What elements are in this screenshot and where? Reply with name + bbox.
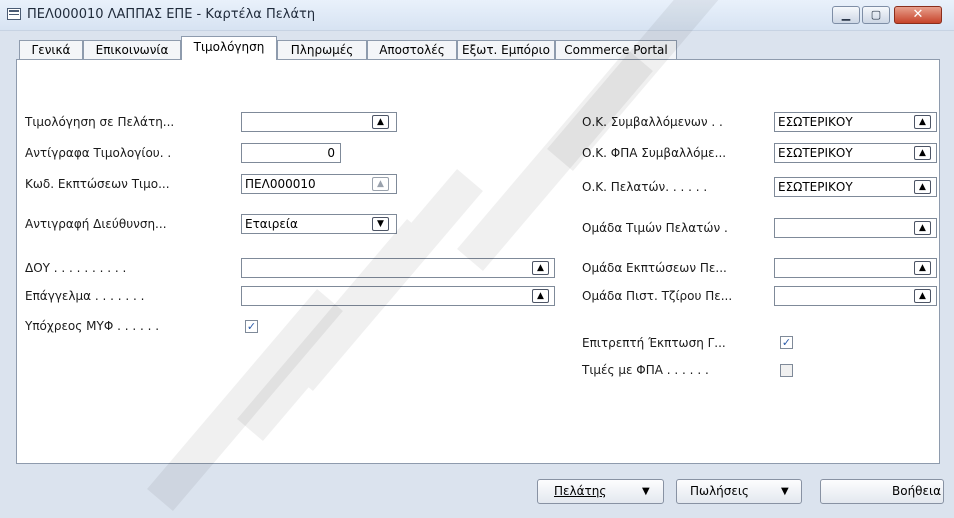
chevron-down-icon: ▼ — [781, 486, 789, 497]
contract-group-label: Ο.Κ. Συμβαλλόμενων . . — [582, 115, 723, 129]
maximize-icon: ▢ — [870, 8, 882, 21]
invoice-to-label: Τιμολόγηση σε Πελάτη... — [25, 115, 175, 129]
allow-discount-checkbox[interactable]: ✓ — [780, 336, 793, 349]
help-button[interactable]: Βοήθεια — [820, 479, 944, 504]
close-icon: ✕ — [912, 7, 924, 22]
lookup-icon[interactable]: ▲ — [372, 115, 389, 129]
myf-checkbox[interactable]: ✓ — [245, 320, 258, 333]
minimize-button[interactable]: ▁ — [832, 6, 860, 24]
vat-group-label: Ο.Κ. ΦΠΑ Συμβαλλόμε... — [582, 146, 727, 160]
lookup-icon[interactable]: ▲ — [914, 180, 931, 194]
prices-vat-label: Τιμές με ΦΠΑ . . . . . . — [582, 363, 709, 377]
lookup-icon[interactable]: ▲ — [914, 261, 931, 275]
profession-label: Επάγγελμα . . . . . . . — [25, 289, 145, 303]
tab-payments[interactable]: Πληρωμές — [277, 40, 367, 60]
prices-vat-checkbox[interactable] — [780, 364, 793, 377]
title-bar: ΠΕΛ000010 ΛΑΠΠΑΣ ΕΠΕ - Καρτέλα Πελάτη ▁ … — [0, 0, 954, 31]
chevron-down-icon[interactable]: ▼ — [372, 217, 389, 231]
customer-menu-button[interactable]: Πελάτης ▼ — [537, 479, 664, 504]
discount-code-label: Κωδ. Εκπτώσεων Τιμο... — [25, 177, 170, 191]
window-title: ΠΕΛ000010 ΛΑΠΠΑΣ ΕΠΕ - Καρτέλα Πελάτη — [27, 7, 316, 22]
invoice-copies-field[interactable]: 0 — [241, 143, 341, 163]
tab-shipping[interactable]: Αποστολές — [367, 40, 457, 60]
discount-group-label: Ομάδα Εκπτώσεων Πε... — [582, 261, 727, 275]
customer-menu-label: Πελάτης — [554, 484, 607, 498]
discount-group-field[interactable] — [774, 258, 937, 278]
myf-label: Υπόχρεος ΜΥΦ . . . . . . — [25, 319, 160, 333]
tab-commerce-portal[interactable]: Commerce Portal — [555, 40, 677, 60]
tab-foreign-trade[interactable]: Εξωτ. Εμπόριο — [457, 40, 555, 60]
sales-menu-label: Πωλήσεις — [690, 484, 749, 498]
chevron-down-icon: ▼ — [642, 486, 650, 497]
close-button[interactable]: ✕ — [894, 6, 942, 24]
sales-menu-button[interactable]: Πωλήσεις ▼ — [676, 479, 802, 504]
minimize-icon: ▁ — [841, 8, 851, 21]
profession-field[interactable] — [241, 286, 555, 306]
allow-discount-label: Επιτρεπτή Έκπτωση Γ... — [582, 336, 726, 350]
lookup-icon[interactable]: ▲ — [914, 115, 931, 129]
tab-general[interactable]: Γενικά — [19, 40, 83, 60]
vat-group-field[interactable]: ΕΣΩΤΕΡΙΚΟΥ — [774, 143, 937, 163]
price-group-label: Ομάδα Τιμών Πελατών . — [582, 221, 728, 235]
lookup-icon[interactable]: ▲ — [914, 221, 931, 235]
lookup-icon[interactable]: ▲ — [914, 289, 931, 303]
customer-group-field[interactable]: ΕΣΩΤΕΡΙΚΟΥ — [774, 177, 937, 197]
customer-card-window: ΠΕΛ000010 ΛΑΠΠΑΣ ΕΠΕ - Καρτέλα Πελάτη ▁ … — [0, 0, 954, 518]
doy-label: ΔΟΥ . . . . . . . . . . — [25, 261, 127, 275]
contract-group-field[interactable]: ΕΣΩΤΕΡΙΚΟΥ — [774, 112, 937, 132]
customer-group-label: Ο.Κ. Πελατών. . . . . . — [582, 180, 708, 194]
lookup-icon[interactable]: ▲ — [914, 146, 931, 160]
help-label: Βοήθεια — [892, 484, 941, 498]
tab-contact[interactable]: Επικοινωνία — [83, 40, 181, 60]
invoice-copies-label: Αντίγραφα Τιμολογίου. . — [25, 146, 172, 160]
price-group-field[interactable] — [774, 218, 937, 238]
lookup-icon[interactable]: ▲ — [532, 261, 549, 275]
copy-address-label: Αντιγραφή Διεύθυνση... — [25, 217, 167, 231]
lookup-icon[interactable]: ▲ — [372, 177, 389, 191]
form-icon — [7, 8, 21, 20]
doy-field[interactable] — [241, 258, 555, 278]
credit-group-field[interactable] — [774, 286, 937, 306]
maximize-button[interactable]: ▢ — [862, 6, 890, 24]
tab-invoicing[interactable]: Τιμολόγηση — [181, 36, 277, 60]
credit-group-label: Ομάδα Πιστ. Τζίρου Πε... — [582, 289, 733, 303]
lookup-icon[interactable]: ▲ — [532, 289, 549, 303]
